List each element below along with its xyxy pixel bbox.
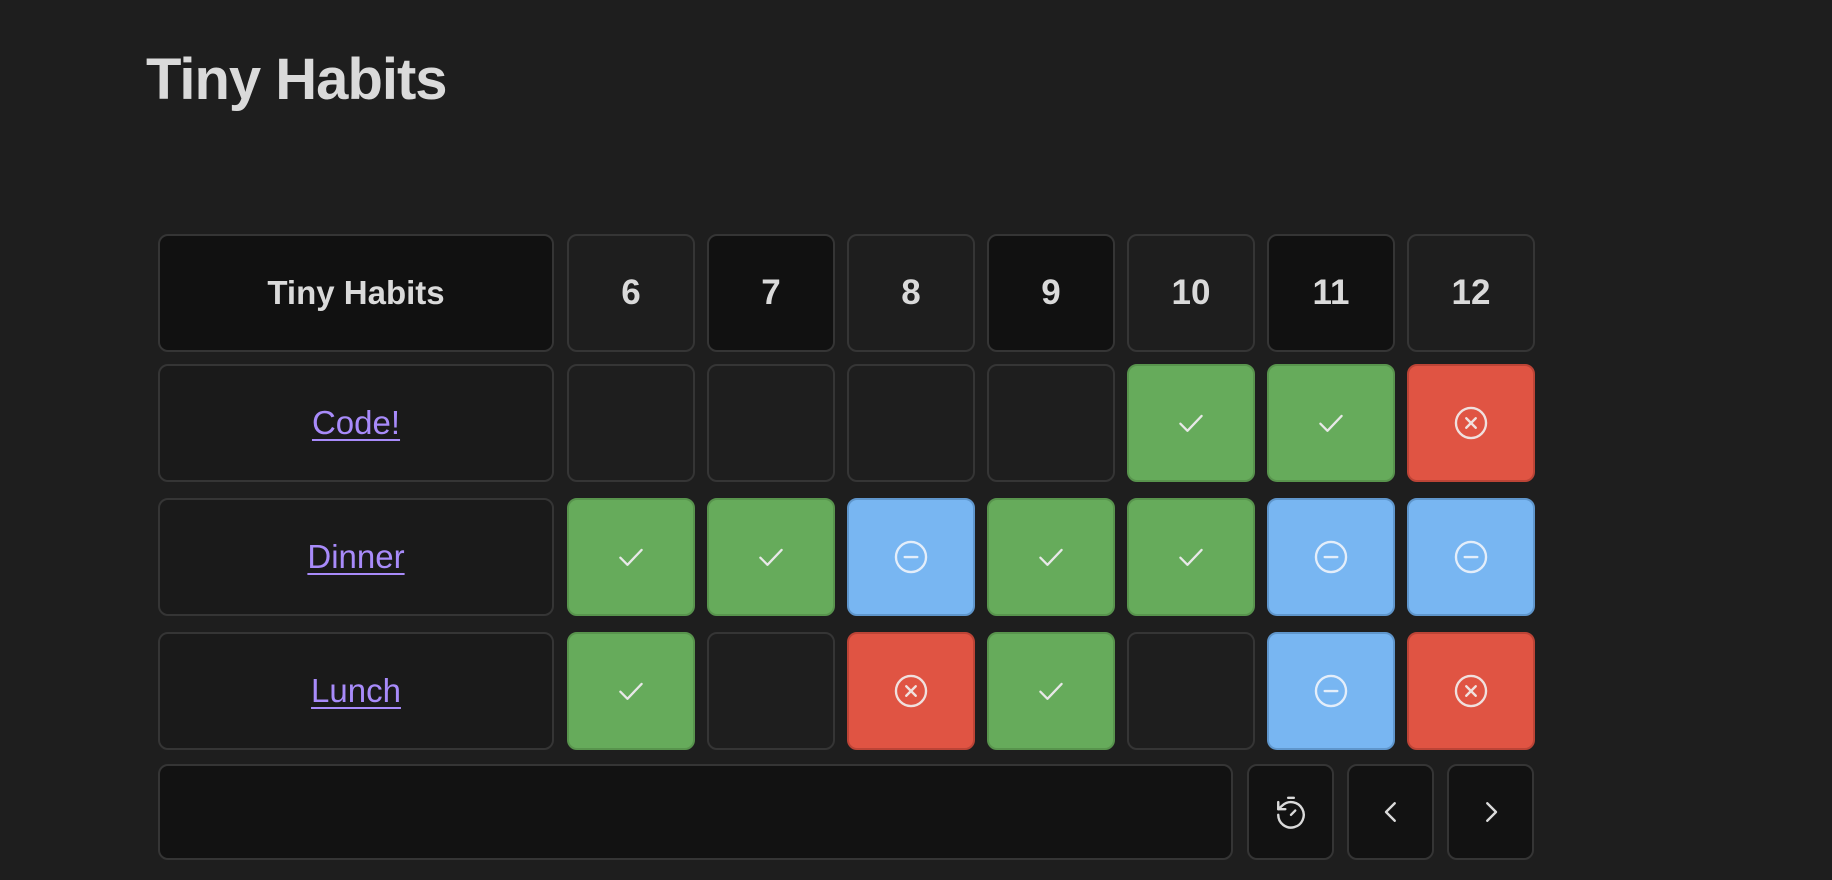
minus-circle-icon [1312, 672, 1350, 710]
day-header-3: 9 [987, 234, 1115, 352]
timer-reset-icon [1274, 795, 1308, 829]
check-icon [1174, 406, 1208, 440]
day-label: 7 [761, 273, 781, 312]
day-label: 8 [901, 273, 921, 312]
habit-status-cell[interactable] [1407, 364, 1535, 482]
day-label: 9 [1041, 273, 1061, 312]
day-label: 12 [1451, 273, 1491, 312]
x-circle-icon [892, 672, 930, 710]
habit-link-code[interactable]: Code! [312, 404, 400, 442]
check-icon [1174, 540, 1208, 574]
day-label: 10 [1171, 273, 1211, 312]
day-header-1: 7 [707, 234, 835, 352]
habit-link-lunch[interactable]: Lunch [311, 672, 401, 710]
habit-status-cell[interactable] [1267, 498, 1395, 616]
page-title: Tiny Habits [146, 47, 448, 112]
habit-status-cell[interactable] [847, 498, 975, 616]
habit-name-cell: Code! [158, 364, 554, 482]
habit-status-cell[interactable] [1407, 632, 1535, 750]
reset-timer-button[interactable] [1247, 764, 1334, 860]
habit-name-cell: Lunch [158, 632, 554, 750]
previous-week-button[interactable] [1347, 764, 1434, 860]
check-icon [1034, 674, 1068, 708]
habit-status-cell[interactable] [847, 364, 975, 482]
minus-circle-icon [892, 538, 930, 576]
habit-link-dinner[interactable]: Dinner [307, 538, 404, 576]
habit-status-cell[interactable] [987, 498, 1115, 616]
habit-status-cell[interactable] [567, 632, 695, 750]
habit-status-cell[interactable] [1127, 498, 1255, 616]
habit-status-cell[interactable] [707, 364, 835, 482]
habit-status-cell[interactable] [1127, 632, 1255, 750]
habit-status-cell[interactable] [987, 364, 1115, 482]
check-icon [1314, 406, 1348, 440]
habit-status-cell[interactable] [1267, 364, 1395, 482]
habit-status-cell[interactable] [707, 498, 835, 616]
habit-status-cell[interactable] [987, 632, 1115, 750]
footer-input-area[interactable] [158, 764, 1233, 860]
day-header-0: 6 [567, 234, 695, 352]
check-icon [614, 674, 648, 708]
check-icon [754, 540, 788, 574]
x-circle-icon [1452, 672, 1490, 710]
x-circle-icon [1452, 404, 1490, 442]
day-label: 11 [1312, 273, 1350, 312]
table-header-title: Tiny Habits [158, 234, 554, 352]
habit-status-cell[interactable] [847, 632, 975, 750]
chevron-left-icon [1376, 797, 1406, 827]
chevron-right-icon [1476, 797, 1506, 827]
habit-status-cell[interactable] [567, 498, 695, 616]
habit-status-cell[interactable] [567, 364, 695, 482]
habit-name-cell: Dinner [158, 498, 554, 616]
day-header-5: 11 [1267, 234, 1395, 352]
check-icon [1034, 540, 1068, 574]
minus-circle-icon [1452, 538, 1490, 576]
next-week-button[interactable] [1447, 764, 1534, 860]
habit-status-cell[interactable] [1267, 632, 1395, 750]
day-label: 6 [621, 273, 641, 312]
habit-status-cell[interactable] [1407, 498, 1535, 616]
check-icon [614, 540, 648, 574]
day-header-4: 10 [1127, 234, 1255, 352]
habit-status-cell[interactable] [707, 632, 835, 750]
habit-status-cell[interactable] [1127, 364, 1255, 482]
day-header-6: 12 [1407, 234, 1535, 352]
minus-circle-icon [1312, 538, 1350, 576]
table-header-label: Tiny Habits [267, 274, 445, 311]
day-header-2: 8 [847, 234, 975, 352]
